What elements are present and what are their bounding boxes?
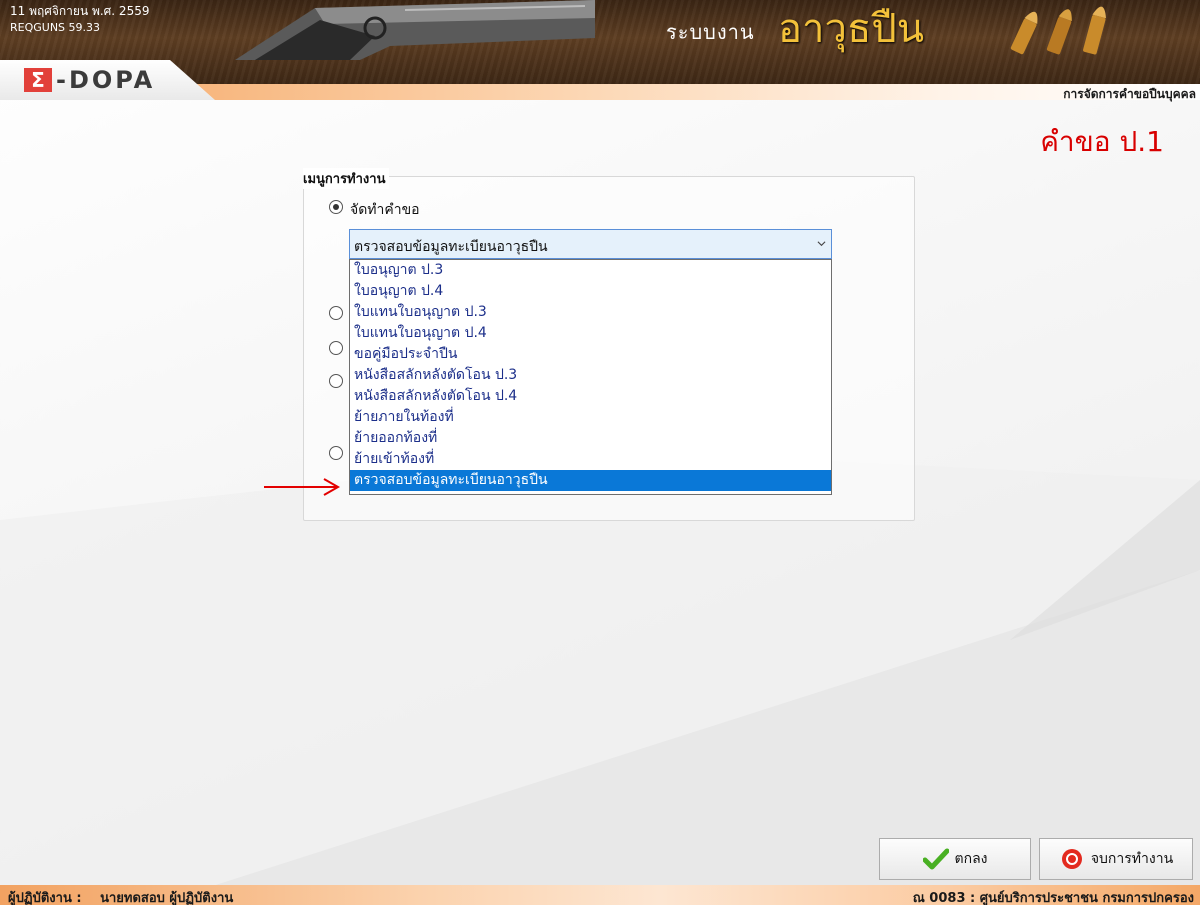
- operator-label: ผู้ปฏิบัติงาน :: [8, 891, 82, 905]
- dropdown-item[interactable]: ใบแทนใบอนุญาต ป.3: [350, 302, 831, 323]
- header-date: 11 พฤศจิกายน พ.ศ. 2559: [10, 4, 150, 18]
- radio-option-4[interactable]: [329, 374, 343, 388]
- bullets-icon: [1010, 6, 1106, 55]
- header-system-title: อาวุธปืน: [778, 6, 925, 52]
- request-type-combobox[interactable]: ตรวจสอบข้อมูลทะเบียนอาวุธปืน: [349, 229, 832, 259]
- combobox-value: ตรวจสอบข้อมูลทะเบียนอาวุธปืน: [354, 239, 548, 255]
- dropdown-item[interactable]: ใบแทนใบอนุญาต ป.4: [350, 323, 831, 344]
- pistol-icon: [235, 0, 595, 60]
- operator-name: นายทดสอบ ผู้ปฏิบัติงาน: [100, 891, 234, 905]
- header-version: REQGUNS 59.33: [10, 21, 101, 34]
- dropdown-item[interactable]: ขอคู่มือประจำปืน: [350, 344, 831, 365]
- sigma-icon: Σ: [24, 68, 52, 92]
- radio-option-2[interactable]: [329, 306, 343, 320]
- dropdown-item[interactable]: ย้ายออกท้องที่: [350, 428, 831, 449]
- header-system-label: ระบบงาน: [666, 20, 755, 44]
- page-title: คำขอ ป.1: [1040, 125, 1164, 158]
- menu-legend: เมนูการทำงาน: [303, 168, 390, 189]
- radio-make-request[interactable]: [329, 200, 343, 214]
- radio-option-3[interactable]: [329, 341, 343, 355]
- power-icon: [1061, 849, 1082, 869]
- subtitle-bar: การจัดการคำขอปืนบุคคล: [170, 84, 1200, 101]
- ok-button-label: ตกลง: [954, 851, 988, 867]
- footer-operator: ผู้ปฏิบัติงาน : นายทดสอบ ผู้ปฏิบัติงาน: [8, 887, 233, 905]
- dropdown-item[interactable]: ใบอนุญาต ป.4: [350, 281, 831, 302]
- dropdown-item[interactable]: ใบอนุญาต ป.3: [350, 260, 831, 281]
- dropdown-item[interactable]: ย้ายเข้าท้องที่: [350, 449, 831, 470]
- logo-text: -DOPA: [56, 66, 156, 94]
- checkmark-icon: [922, 848, 949, 870]
- radio-make-request-label[interactable]: จัดทำคำขอ: [350, 199, 420, 221]
- exit-button[interactable]: จบการทำงาน: [1039, 838, 1193, 880]
- status-footer: ผู้ปฏิบัติงาน : นายทดสอบ ผู้ปฏิบัติงาน ณ…: [0, 885, 1200, 905]
- ok-button[interactable]: ตกลง: [879, 838, 1031, 880]
- chevron-down-icon[interactable]: [817, 239, 826, 248]
- exit-button-label: จบการทำงาน: [1090, 851, 1174, 867]
- edopa-logo: Σ -DOPA: [24, 66, 155, 94]
- red-arrow-icon: [264, 478, 341, 496]
- request-type-dropdown-list[interactable]: ใบอนุญาต ป.3 ใบอนุญาต ป.4 ใบแทนใบอนุญาต ป.…: [349, 259, 832, 495]
- dropdown-item[interactable]: หนังสือสลักหลังตัดโอน ป.4: [350, 386, 831, 407]
- radio-option-5[interactable]: [329, 446, 343, 460]
- subtitle-text: การจัดการคำขอปืนบุคคล: [1063, 87, 1196, 101]
- footer-location: ณ 0083 : ศูนย์บริการประชาชน กรมการปกครอง: [912, 891, 1194, 905]
- dropdown-item[interactable]: ย้ายภายในท้องที่: [350, 407, 831, 428]
- dropdown-item[interactable]: หนังสือสลักหลังตัดโอน ป.3: [350, 365, 831, 386]
- dropdown-item[interactable]: ตรวจสอบข้อมูลทะเบียนอาวุธปืน: [350, 470, 831, 491]
